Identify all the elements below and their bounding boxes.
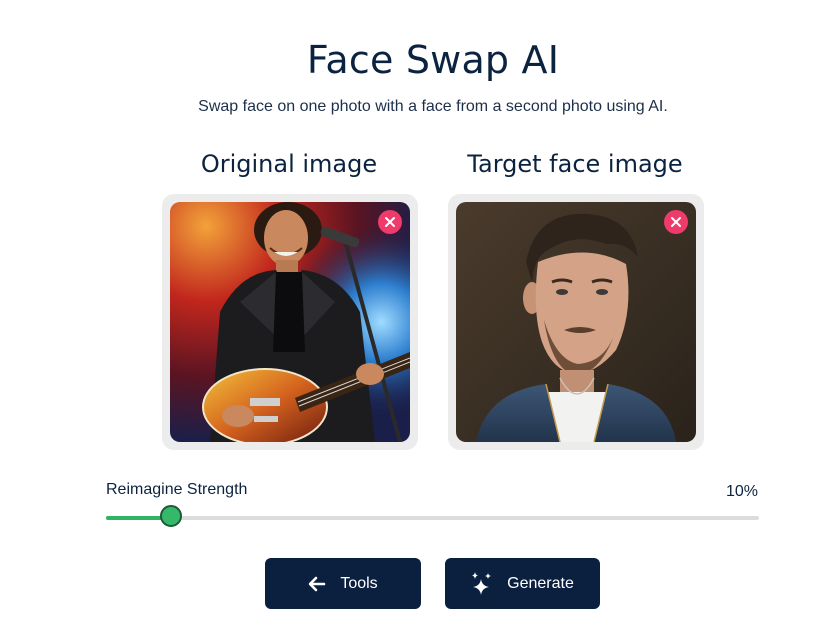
original-image-label: Original image (200, 150, 378, 178)
generate-button[interactable]: Generate (445, 558, 600, 609)
page-title: Face Swap AI (306, 38, 560, 82)
tools-button[interactable]: Tools (265, 558, 421, 609)
target-face-image-photo (456, 202, 696, 442)
remove-original-image-button[interactable] (378, 210, 402, 234)
remove-target-face-image-button[interactable] (664, 210, 688, 234)
tools-button-label: Tools (340, 574, 378, 592)
reimagine-strength-value: 10% (725, 483, 758, 500)
target-face-image-card (448, 194, 704, 450)
portrait-photo (456, 202, 696, 442)
close-icon (671, 217, 681, 227)
reimagine-strength-slider[interactable] (106, 505, 759, 527)
slider-thumb[interactable] (160, 505, 183, 527)
arrow-left-icon (309, 576, 326, 591)
guitarist-photo (170, 202, 410, 442)
reimagine-strength-label: Reimagine Strength (106, 481, 248, 498)
target-face-image-label: Target face image (467, 150, 683, 178)
generate-button-label: Generate (507, 574, 574, 592)
original-image-photo (170, 202, 410, 442)
face-swap-page: Face Swap AI Swap face on one photo with… (0, 0, 822, 626)
original-image-card (162, 194, 418, 450)
sparkles-icon (472, 571, 492, 595)
page-subtitle: Swap face on one photo with a face from … (198, 98, 668, 115)
close-icon (385, 217, 395, 227)
